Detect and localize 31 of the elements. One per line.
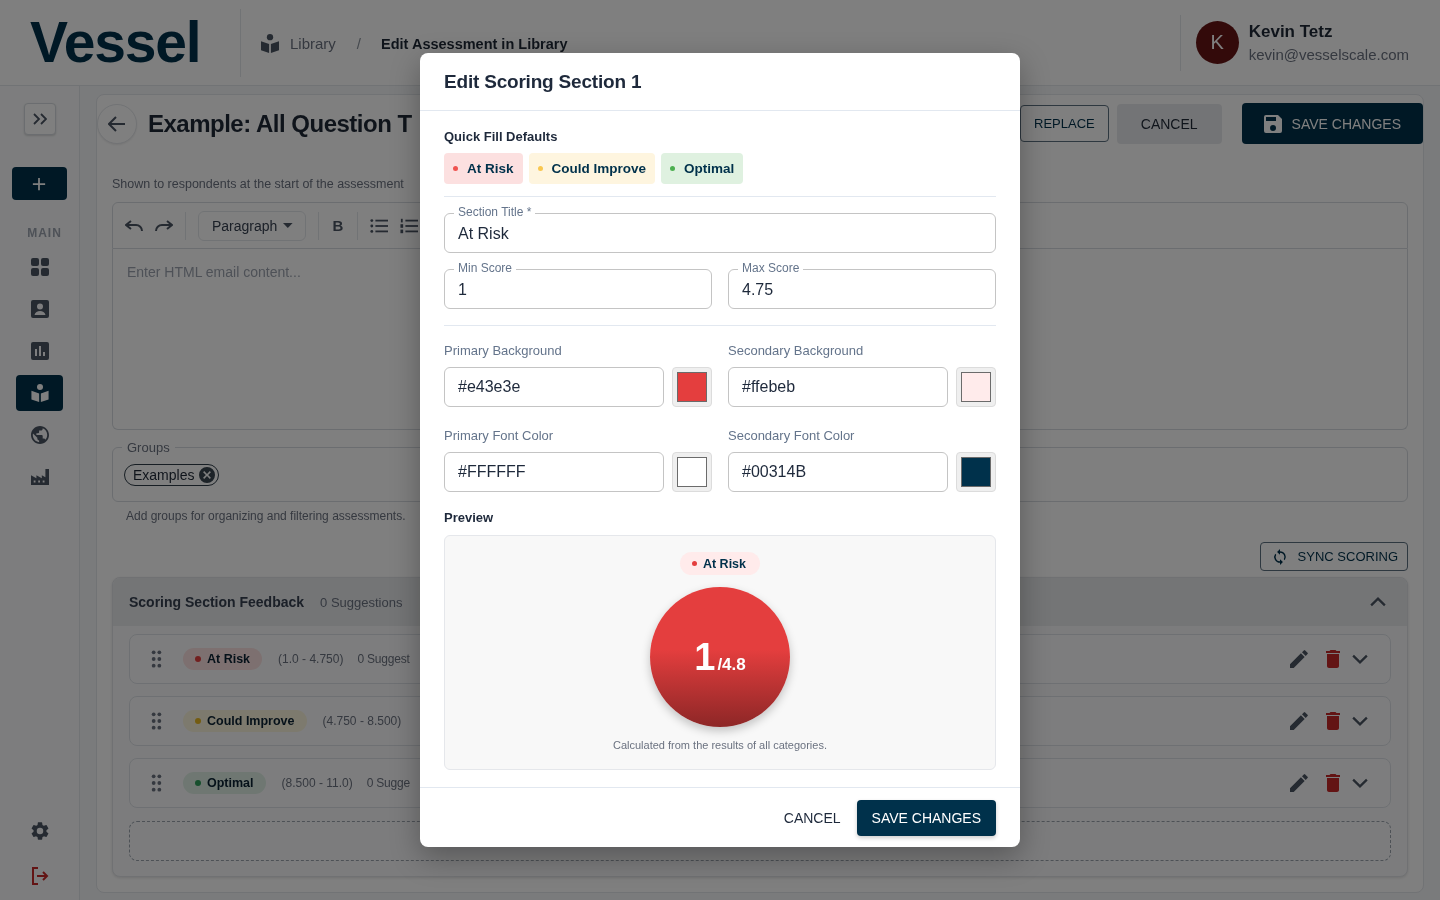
quick-fill-label: Quick Fill Defaults [444,129,558,145]
score-value: 1 [694,638,716,676]
score-range: (8.500 - 11.0) [281,776,353,790]
suggestion-count: 0 Suggestions [320,594,403,610]
section-name: At Risk [702,556,747,571]
score-range: (1.0 - 4.750) [278,652,344,666]
section-name: Optimal [207,776,254,790]
suggestion-count: 0 Sugge [366,776,410,790]
field-label: Min Score [454,261,517,275]
field-label: Max Score [738,261,804,275]
field-label: Primary Font Color [444,428,554,444]
field-label: Section Title * [454,205,536,219]
user-email: kevin@vesselscale.com [1248,46,1409,63]
score-caption: Calculated from the results of all categories. [613,739,827,752]
suggestion-count: 0 Suggest [357,652,410,666]
field-label: Secondary Font Color [728,428,855,444]
field-label: Primary Background [444,343,562,359]
panel-title: Scoring Section Feedback [129,594,305,610]
score-max: /4.8 [717,656,746,673]
section-name: At Risk [207,652,251,666]
dialog-title: Edit Scoring Section 1 [444,70,642,93]
summary-hint: Shown to respondents at the start of the assessment [112,176,404,192]
groups-hint: Add groups for organizing and filtering assessments. [126,510,406,522]
section-name: Could Improve [207,714,295,728]
page-title: Example: All Question T [148,109,412,138]
field-label: Groups [122,440,175,455]
score-range: (4.750 - 8.500) [322,714,402,728]
user-name: Kevin Tetz [1248,22,1334,42]
breadcrumb-separator: / [356,35,362,52]
field-label: Secondary Background [728,343,864,359]
preview-label: Preview [444,510,494,526]
